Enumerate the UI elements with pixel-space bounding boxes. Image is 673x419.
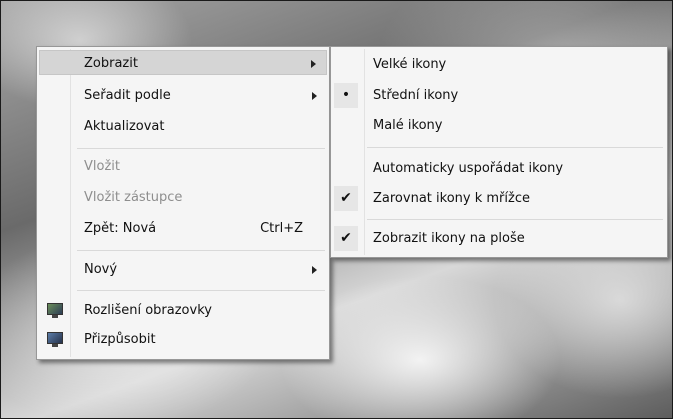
screenshot-frame [0,0,673,419]
